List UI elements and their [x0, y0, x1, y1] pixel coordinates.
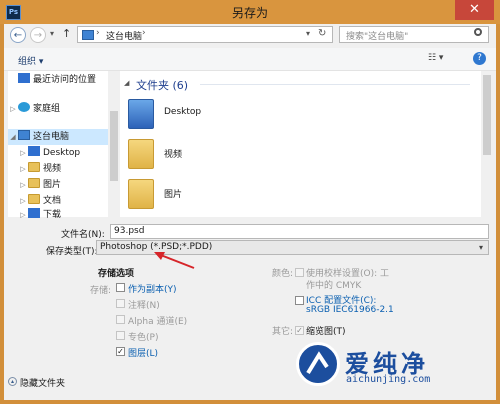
thumbnail-checkbox[interactable]: ✓ [295, 326, 304, 335]
nav-item-pictures[interactable]: ▷ 图片 [18, 177, 61, 193]
path-separator: › [96, 28, 100, 38]
address-dropdown-icon[interactable]: ▾ [306, 29, 310, 38]
file-list[interactable]: ◢ 文件夹 (6) Desktop 视频 图片 [120, 71, 481, 217]
icc-profile-value: sRGB IEC61966-2.1 [306, 305, 394, 315]
pictures-folder-icon [128, 179, 154, 209]
organize-menu-button[interactable]: 组织 ▾ [18, 54, 43, 67]
color-label: 颜色: [272, 269, 294, 279]
computer-icon [82, 30, 94, 40]
nav-scrollbar[interactable] [108, 71, 120, 217]
notes-checkbox[interactable] [116, 299, 125, 308]
search-input[interactable]: 搜索"这台电脑" [339, 26, 489, 43]
nav-item-recent[interactable]: 最近访问的位置 [18, 72, 96, 88]
videos-folder-icon [128, 139, 154, 169]
videos-folder-icon [28, 162, 40, 172]
address-bar[interactable]: › 这台电脑 › ▾ ↻ [77, 26, 333, 43]
layers-label[interactable]: 图层(L) [128, 346, 158, 359]
thumbnail-label: 缩览图(T) [306, 327, 346, 337]
documents-folder-icon [28, 194, 40, 204]
watermark-logo-icon [296, 342, 340, 386]
filename-value: 93.psd [114, 226, 145, 236]
file-item-desktop[interactable]: Desktop [120, 97, 420, 133]
expand-arrow-icon[interactable]: ▷ [18, 207, 28, 223]
computer-icon [18, 130, 30, 140]
file-scrollbar[interactable] [481, 71, 493, 217]
chevron-down-icon[interactable]: ▾ [479, 241, 483, 254]
nav-item-desktop[interactable]: ▷ Desktop [18, 145, 80, 161]
hide-folders-button[interactable]: 隐藏文件夹 [20, 376, 65, 389]
folders-group-header[interactable]: 文件夹 (6) [136, 77, 188, 93]
collapse-group-icon[interactable]: ◢ [124, 79, 129, 87]
close-button[interactable]: ✕ [455, 0, 494, 20]
annotation-arrow [154, 252, 195, 269]
save-options-title: 存储选项 [98, 269, 135, 279]
other-label: 其它: [272, 327, 294, 337]
address-location[interactable]: 这台电脑 [106, 29, 142, 42]
view-options-button[interactable]: ☷ ▾ [428, 53, 443, 63]
proof-setup-checkbox[interactable] [295, 268, 304, 277]
icc-profile-checkbox[interactable] [295, 296, 304, 305]
nav-item-this-pc[interactable]: ◢ 这台电脑 [8, 129, 108, 145]
as-copy-checkbox[interactable] [116, 283, 125, 292]
up-button[interactable]: ↑ [62, 27, 71, 40]
alpha-channels-label: Alpha 通道(E) [128, 317, 188, 327]
recent-locations-dropdown[interactable]: ▾ [50, 29, 54, 38]
watermark-url: aichunjing.com [346, 374, 431, 385]
window-title: 另存为 [231, 6, 268, 20]
notes-label: 注释(N) [128, 301, 160, 311]
refresh-icon[interactable]: ↻ [318, 28, 326, 39]
search-placeholder: 搜索"这台电脑" [346, 32, 409, 42]
desktop-folder-icon [28, 146, 40, 156]
collapse-arrow-icon[interactable]: ◢ [8, 129, 18, 145]
search-icon[interactable] [474, 28, 482, 36]
store-label: 存储: [90, 286, 112, 296]
filetype-label: 保存类型(T): [46, 247, 98, 257]
expand-arrow-icon[interactable]: ▷ [18, 145, 28, 161]
nav-item-downloads[interactable]: ▷ 下载 [18, 207, 61, 223]
path-separator: › [142, 28, 146, 38]
as-copy-label[interactable]: 作为副本(Y) [128, 282, 177, 295]
downloads-folder-icon [28, 208, 40, 218]
pictures-folder-icon [28, 178, 40, 188]
proof-setup-label-line2: 作中的 CMYK [306, 281, 362, 291]
navigation-pane[interactable]: 最近访问的位置 ▷ 家庭组 ◢ 这台电脑 ▷ Desktop ▷ 视频 ▷ 图片 ▷ 文档 … [8, 71, 108, 220]
expand-arrow-icon[interactable]: ▷ [18, 161, 28, 177]
file-item-videos[interactable]: 视频 [120, 137, 420, 173]
nav-item-homegroup[interactable]: ▷ 家庭组 [8, 101, 60, 117]
nav-scrollbar-thumb[interactable] [110, 111, 118, 181]
file-item-pictures[interactable]: 图片 [120, 177, 420, 213]
back-button[interactable]: ← [10, 27, 26, 43]
chevron-up-icon[interactable]: ▴ [8, 377, 17, 386]
help-icon[interactable]: ? [473, 52, 486, 65]
command-bar [4, 48, 496, 71]
desktop-folder-icon [128, 99, 154, 129]
file-scrollbar-thumb[interactable] [483, 75, 491, 155]
expand-arrow-icon[interactable]: ▷ [8, 101, 18, 117]
spot-colors-checkbox[interactable] [116, 331, 125, 340]
layers-checkbox[interactable]: ✓ [116, 347, 125, 356]
filename-label: 文件名(N): [61, 230, 105, 240]
group-divider [200, 84, 470, 85]
recent-places-icon [18, 73, 30, 83]
nav-item-videos[interactable]: ▷ 视频 [18, 161, 61, 177]
alpha-channels-checkbox[interactable] [116, 315, 125, 324]
filename-input[interactable]: 93.psd [110, 224, 489, 239]
spot-colors-label: 专色(P) [128, 333, 159, 343]
expand-arrow-icon[interactable]: ▷ [18, 177, 28, 193]
homegroup-icon [18, 102, 30, 112]
forward-button[interactable]: → [30, 27, 46, 43]
